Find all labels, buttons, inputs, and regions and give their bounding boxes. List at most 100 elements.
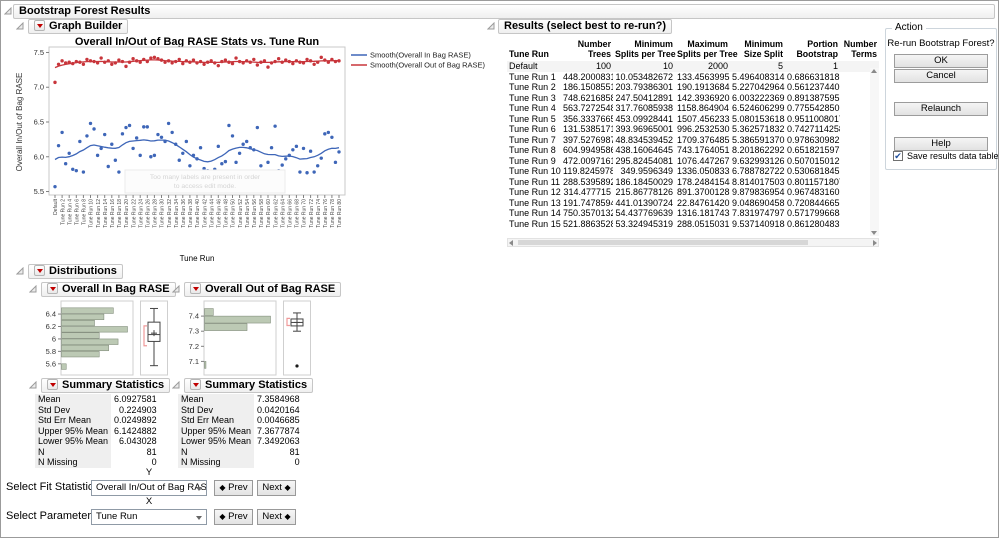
data-point[interactable]: [202, 63, 205, 66]
scroll-right-arrow[interactable]: [873, 240, 877, 246]
data-point[interactable]: [64, 162, 67, 165]
data-point[interactable]: [270, 146, 273, 149]
scroll-up-arrow[interactable]: [871, 69, 877, 73]
data-point[interactable]: [110, 143, 113, 146]
help-button[interactable]: Help: [894, 137, 988, 151]
data-point[interactable]: [277, 57, 280, 60]
data-point[interactable]: [217, 145, 220, 148]
table-row[interactable]: Tune Run 1448.2000831210.053482672133.45…: [507, 72, 879, 83]
outlier-point[interactable]: [295, 364, 298, 367]
table-row[interactable]: Tune Run 3748.62168581247.50412891142.39…: [507, 93, 879, 104]
histogram-bar[interactable]: [62, 333, 100, 339]
data-point[interactable]: [96, 154, 99, 157]
table-row[interactable]: Tune Run 9472.00971617295.824540811076.4…: [507, 156, 879, 167]
data-point[interactable]: [110, 63, 113, 66]
data-point[interactable]: [57, 144, 60, 147]
data-point[interactable]: [323, 132, 326, 135]
data-point[interactable]: [149, 56, 152, 59]
data-point[interactable]: [85, 58, 88, 61]
histogram-bar[interactable]: [205, 324, 248, 331]
data-point[interactable]: [291, 62, 294, 65]
horizontal-scrollbar[interactable]: [507, 238, 879, 247]
data-point[interactable]: [231, 134, 234, 137]
data-point[interactable]: [85, 134, 88, 137]
data-point[interactable]: [305, 171, 308, 174]
data-point[interactable]: [71, 168, 74, 171]
red-triangle-menu-icon[interactable]: [47, 283, 58, 294]
data-point[interactable]: [60, 131, 63, 134]
data-point[interactable]: [309, 150, 312, 153]
data-point[interactable]: [320, 56, 323, 59]
data-point[interactable]: [153, 154, 156, 157]
fit-prev-button[interactable]: ◆ Prev: [214, 480, 253, 496]
table-row[interactable]: Tune Run 5356.33376651453.099284411507.4…: [507, 114, 879, 125]
data-point[interactable]: [131, 147, 134, 150]
data-point[interactable]: [82, 63, 85, 66]
save-results-checkbox[interactable]: ✔: [893, 151, 903, 161]
data-point[interactable]: [82, 170, 85, 173]
data-point[interactable]: [273, 124, 276, 127]
data-point[interactable]: [178, 58, 181, 61]
data-point[interactable]: [149, 155, 152, 158]
cancel-button[interactable]: Cancel: [894, 69, 988, 83]
data-point[interactable]: [234, 56, 237, 59]
relaunch-button[interactable]: Relaunch: [894, 102, 988, 116]
histogram-bar[interactable]: [62, 326, 128, 332]
disclosure-triangle-icon[interactable]: [172, 285, 180, 293]
histogram-bar[interactable]: [62, 364, 67, 370]
data-point[interactable]: [139, 154, 142, 157]
data-point[interactable]: [188, 164, 191, 167]
data-point[interactable]: [281, 163, 284, 166]
histogram-bar[interactable]: [205, 361, 206, 368]
data-point[interactable]: [231, 62, 234, 65]
data-point[interactable]: [330, 136, 333, 139]
data-point[interactable]: [178, 159, 181, 162]
param-next-button[interactable]: Next ◆: [257, 509, 296, 525]
data-point[interactable]: [298, 170, 301, 173]
histogram-bar[interactable]: [62, 345, 109, 351]
ok-button[interactable]: OK: [894, 54, 988, 68]
histogram-bar[interactable]: [205, 309, 214, 316]
table-row[interactable]: Tune Run 6131.53851716393.96965001996.25…: [507, 124, 879, 135]
data-point[interactable]: [103, 133, 106, 136]
table-row[interactable]: Tune Run 2186.15085517203.79386301190.19…: [507, 82, 879, 93]
disclosure-triangle-icon[interactable]: [16, 267, 24, 275]
scroll-down-arrow[interactable]: [871, 231, 877, 235]
table-row[interactable]: Tune Run 7397.5276987748.8345394521709.3…: [507, 135, 879, 146]
data-point[interactable]: [312, 63, 315, 66]
data-point[interactable]: [53, 185, 56, 188]
table-row[interactable]: Tune Run 14750.3570132554.4377696391316.…: [507, 208, 879, 219]
data-point[interactable]: [128, 124, 131, 127]
data-point[interactable]: [217, 64, 220, 67]
data-point[interactable]: [146, 125, 149, 128]
data-point[interactable]: [302, 147, 305, 150]
data-point[interactable]: [92, 127, 95, 130]
data-point[interactable]: [266, 161, 269, 164]
data-point[interactable]: [284, 157, 287, 160]
red-triangle-menu-icon[interactable]: [34, 265, 45, 276]
data-point[interactable]: [259, 164, 262, 167]
table-row[interactable]: Default10010200051: [507, 61, 879, 72]
data-point[interactable]: [78, 140, 81, 143]
data-point[interactable]: [181, 152, 184, 155]
data-point[interactable]: [156, 133, 159, 136]
histogram-bar[interactable]: [62, 339, 119, 345]
data-point[interactable]: [185, 140, 188, 143]
data-point[interactable]: [135, 136, 138, 139]
data-point[interactable]: [121, 132, 124, 135]
data-point[interactable]: [117, 58, 120, 61]
data-point[interactable]: [337, 150, 340, 153]
data-point[interactable]: [234, 161, 237, 164]
data-point[interactable]: [99, 56, 102, 59]
data-point[interactable]: [305, 58, 308, 61]
data-point[interactable]: [89, 122, 92, 125]
table-row[interactable]: Tune Run 13191.74785941441.0139072422.84…: [507, 198, 879, 209]
histogram-bar[interactable]: [62, 308, 114, 314]
parameters-select[interactable]: Tune Run: [91, 509, 207, 525]
scrollbar-thumb[interactable]: [518, 240, 808, 245]
disclosure-triangle-icon[interactable]: [487, 22, 495, 30]
data-point[interactable]: [252, 58, 255, 61]
disclosure-triangle-icon[interactable]: [16, 22, 24, 30]
fit-next-button[interactable]: Next ◆: [257, 480, 296, 496]
data-point[interactable]: [160, 136, 163, 139]
